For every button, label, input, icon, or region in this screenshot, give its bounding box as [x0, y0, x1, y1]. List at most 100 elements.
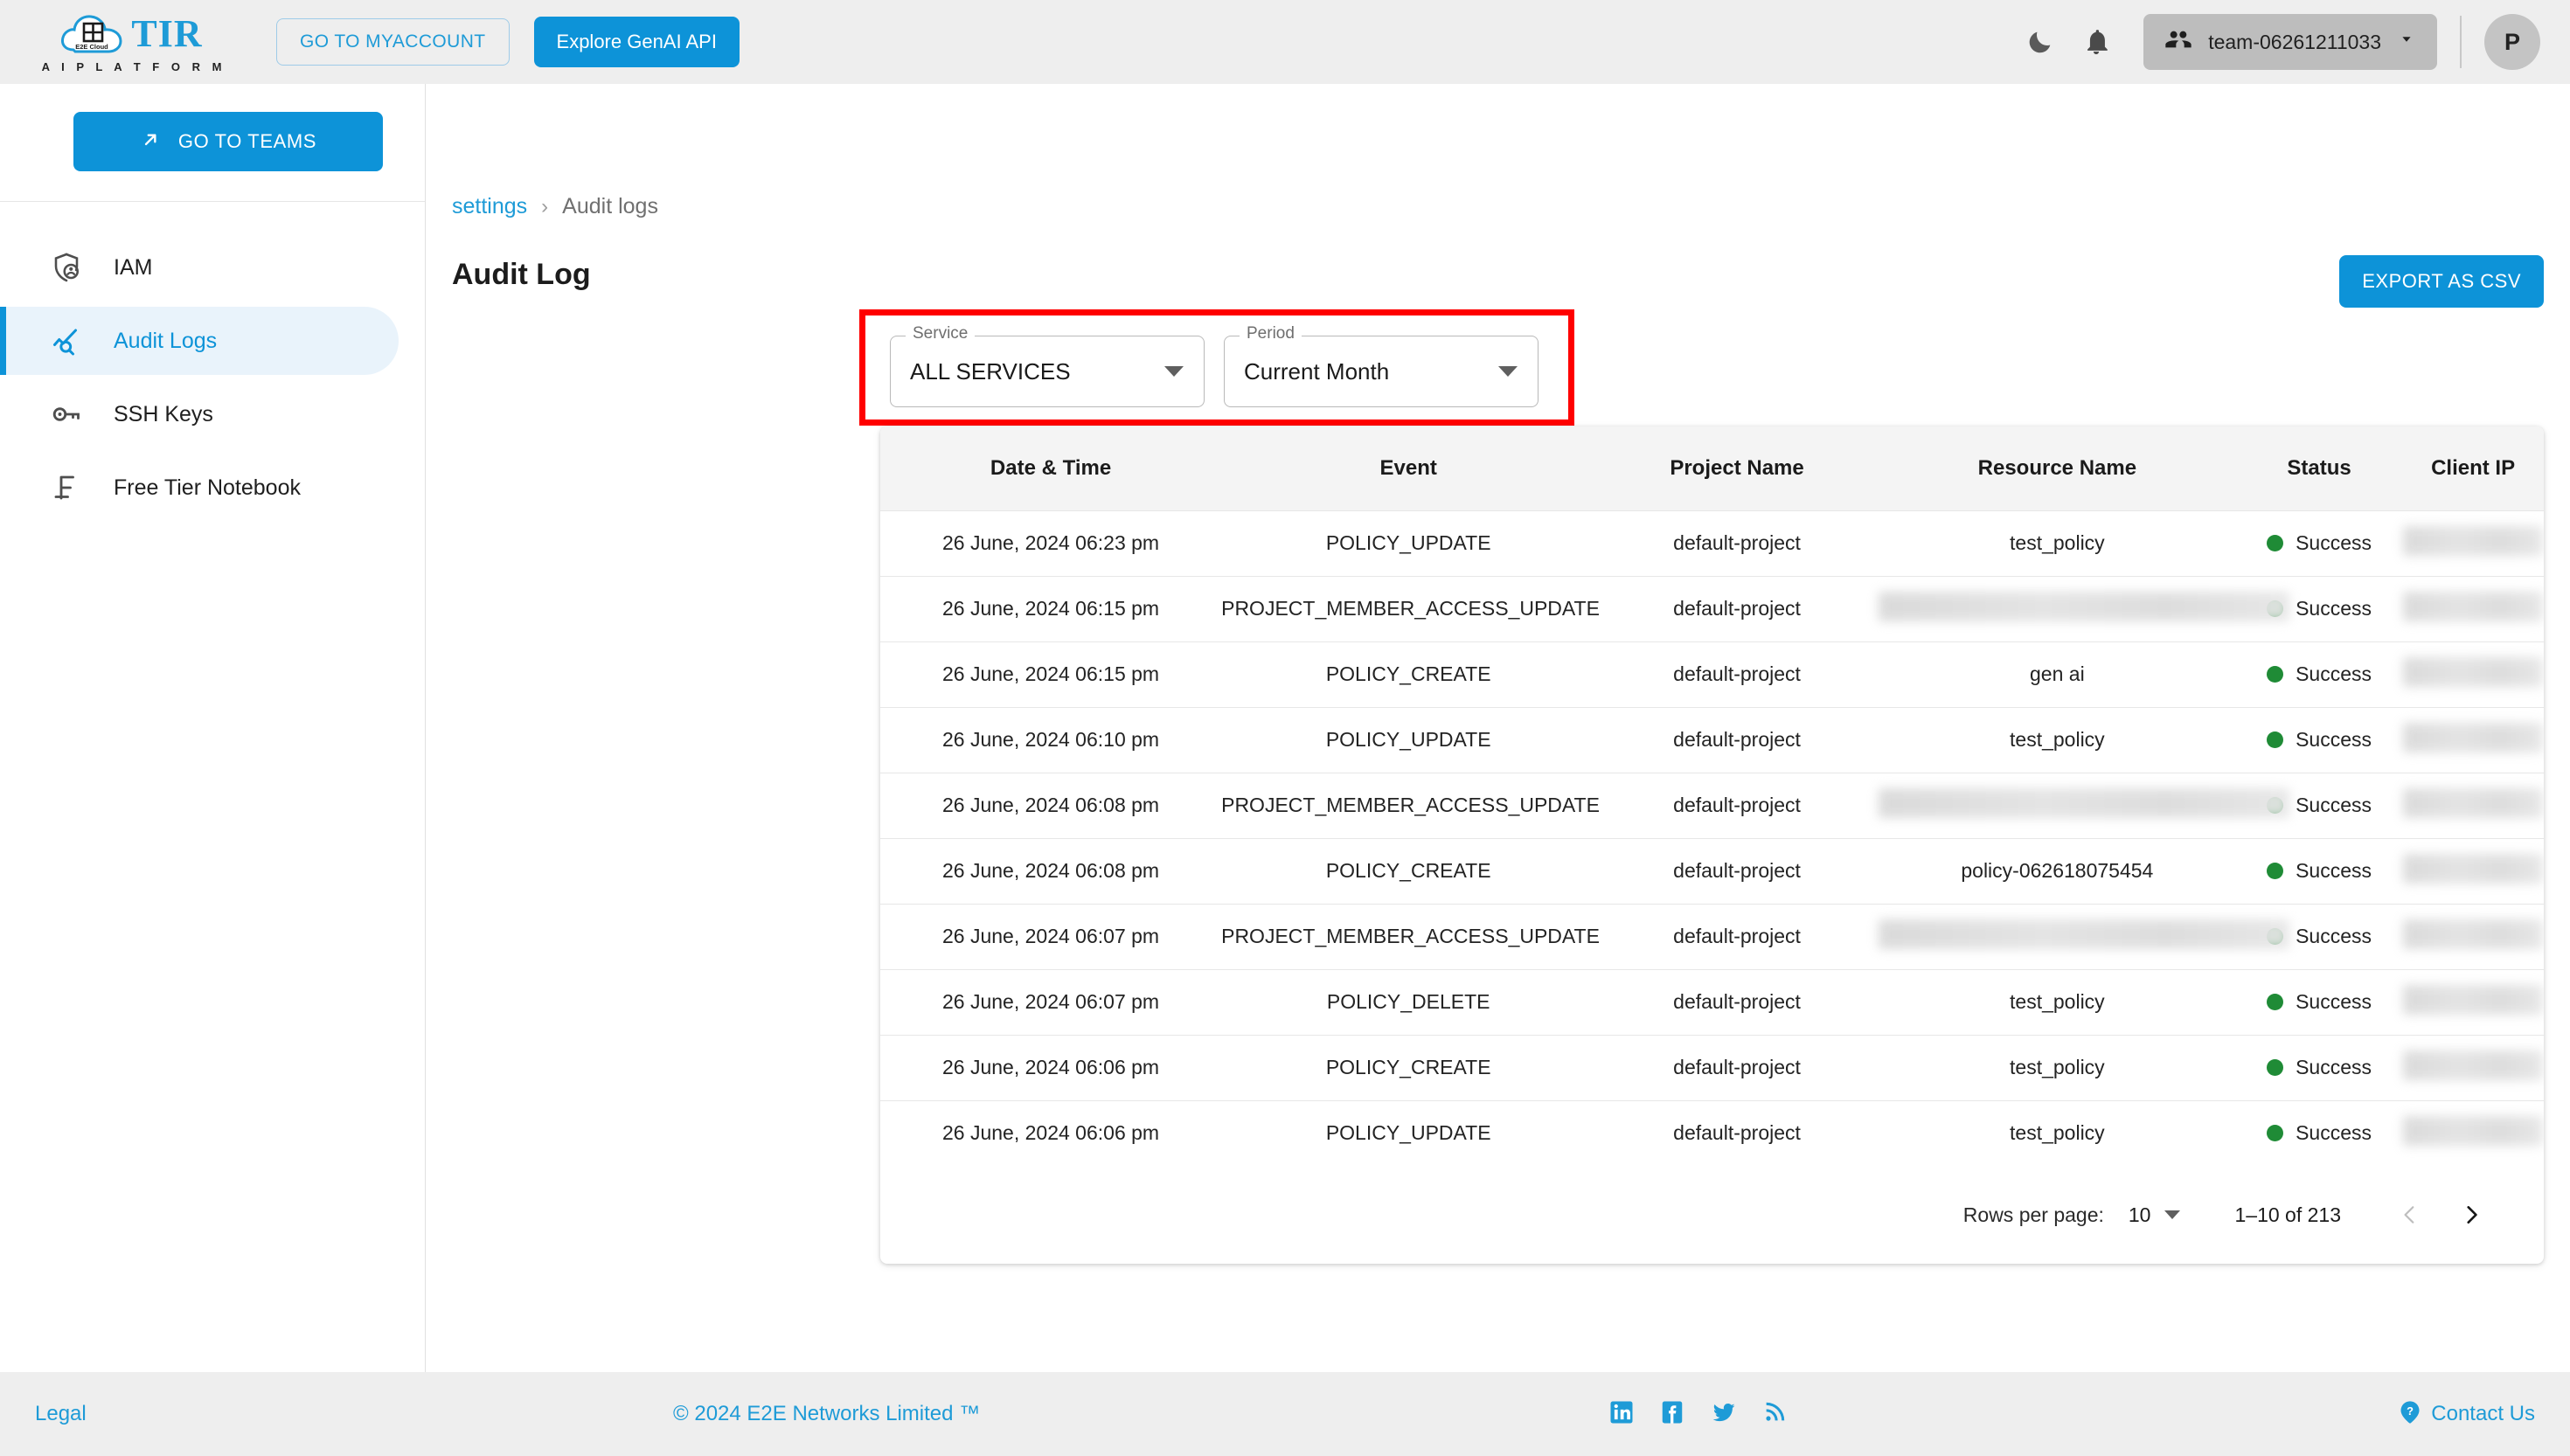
cell-status: Success [2236, 641, 2402, 707]
rss-icon[interactable] [1762, 1399, 1787, 1430]
chevron-down-icon [1164, 366, 1184, 377]
team-selector[interactable]: team-06261211033 [2143, 14, 2437, 70]
cell-client-ip [2402, 838, 2544, 904]
sidebar-item-ssh-keys[interactable]: SSH Keys [0, 380, 399, 448]
moon-icon[interactable] [2012, 14, 2068, 70]
table-row[interactable]: 26 June, 2024 06:23 pm POLICY_UPDATE defau… [880, 510, 2544, 576]
cell-resource-name: test_policy [2010, 1056, 2105, 1078]
table-row[interactable]: 26 June, 2024 06:08 pm PROJECT_MEMBER_ACC… [880, 773, 2544, 838]
filters-annotation-highlight: ALL SERVICES Service Current Month Perio… [859, 309, 1574, 426]
arrow-up-right-icon [140, 128, 163, 156]
cell-project-name: default-project [1673, 925, 1801, 947]
redacted-value [2403, 656, 2544, 687]
sidebar-item-iam[interactable]: IAM [0, 233, 399, 302]
status-badge: Success [2236, 1121, 2402, 1145]
period-select[interactable]: Current Month [1224, 336, 1539, 407]
table-row[interactable]: 26 June, 2024 06:07 pm POLICY_DELETE defau… [880, 969, 2544, 1035]
period-select-value: Current Month [1244, 357, 1390, 385]
audit-log-table: Date & Time Event Project Name Resource … [880, 426, 2544, 1166]
free-tier-icon [49, 470, 84, 505]
facebook-icon[interactable] [1659, 1399, 1685, 1430]
cell-project-name: default-project [1673, 859, 1801, 882]
pagination-range-label: 1–10 of 213 [2234, 1203, 2341, 1226]
table-row[interactable]: 26 June, 2024 06:06 pm POLICY_UPDATE defau… [880, 1100, 2544, 1166]
bell-icon[interactable] [2068, 14, 2124, 70]
status-badge: Success [2236, 728, 2402, 752]
redacted-value [2403, 984, 2544, 1015]
main-content: settings › Audit logs Audit Log EXPORT A… [426, 84, 2570, 1372]
cell-project-name: default-project [1673, 597, 1801, 620]
breadcrumb-settings-link[interactable]: settings [452, 194, 527, 219]
sidebar-item-audit-logs[interactable]: Audit Logs [0, 307, 399, 375]
redacted-value [2403, 722, 2544, 752]
sidebar-item-label: Free Tier Notebook [114, 475, 301, 500]
next-page-button[interactable] [2441, 1184, 2502, 1245]
status-dot-icon [2267, 1125, 2284, 1142]
status-dot-icon [2267, 535, 2284, 551]
chevron-down-icon [2397, 30, 2416, 54]
cell-project-name: default-project [1673, 1056, 1801, 1078]
linkedin-icon[interactable] [1608, 1399, 1635, 1430]
status-label: Success [2296, 990, 2372, 1013]
contact-us-link[interactable]: ? Contact Us [2398, 1398, 2535, 1431]
cloud-logo-icon: E2E Cloud [59, 11, 124, 57]
service-select[interactable]: ALL SERVICES [890, 336, 1205, 407]
rows-per-page-value: 10 [2128, 1203, 2151, 1226]
go-to-teams-button[interactable]: GO TO TEAMS [73, 112, 383, 171]
cell-client-ip [2402, 641, 2544, 707]
period-filter[interactable]: Current Month Period [1224, 324, 1539, 407]
cell-project-name: default-project [1673, 794, 1801, 816]
previous-page-button[interactable] [2379, 1184, 2441, 1245]
redacted-value [2403, 787, 2544, 818]
cell-event: POLICY_UPDATE [1325, 1121, 1491, 1145]
rows-per-page-select[interactable]: 10 [2129, 1203, 2181, 1227]
redacted-value [2403, 1050, 2544, 1080]
filters-region: ALL SERVICES Service Current Month Perio… [865, 315, 1568, 407]
people-icon [2164, 25, 2192, 59]
help-question-icon: ? [2398, 1398, 2422, 1431]
audit-log-table-card: Date & Time Event Project Name Resource … [880, 426, 2544, 1264]
avatar[interactable]: P [2484, 14, 2540, 70]
top-bar-actions: team-06261211033 P [2012, 14, 2540, 70]
table-row[interactable]: 26 June, 2024 06:06 pm POLICY_CREATE defau… [880, 1035, 2544, 1100]
cell-project-name: default-project [1673, 1121, 1801, 1145]
table-row[interactable]: 26 June, 2024 06:10 pm POLICY_UPDATE defau… [880, 707, 2544, 773]
sidebar-item-label: Audit Logs [114, 328, 218, 353]
table-header-row: Date & Time Event Project Name Resource … [880, 426, 2544, 510]
brand-logo[interactable]: E2E Cloud TIR A I P L A T F O R M [35, 11, 227, 73]
cell-event: POLICY_UPDATE [1325, 728, 1491, 751]
cell-client-ip [2402, 969, 2544, 1035]
table-row[interactable]: 26 June, 2024 06:15 pm PROJECT_MEMBER_ACC… [880, 576, 2544, 641]
logo-subtitle: A I P L A T F O R M [41, 59, 226, 73]
footer-legal-link[interactable]: Legal [35, 1402, 87, 1426]
table-row[interactable]: 26 June, 2024 06:15 pm POLICY_CREATE defau… [880, 641, 2544, 707]
svg-text:?: ? [2407, 1404, 2414, 1418]
cell-event: PROJECT_MEMBER_ACCESS_UPDATE [1221, 925, 1600, 947]
cell-event: POLICY_DELETE [1326, 990, 1490, 1013]
cell-event: PROJECT_MEMBER_ACCESS_UPDATE [1221, 794, 1600, 816]
rows-per-page-label: Rows per page: [1962, 1203, 2104, 1226]
twitter-icon[interactable] [1710, 1399, 1738, 1430]
cell-event: PROJECT_MEMBER_ACCESS_UPDATE [1221, 597, 1600, 620]
redacted-value [2403, 525, 2544, 556]
explore-genai-api-button[interactable]: Explore GenAI API [533, 17, 740, 67]
cell-status: Success [2236, 1100, 2402, 1166]
sidebar-item-label: IAM [114, 254, 153, 280]
go-to-myaccount-button[interactable]: GO TO MYACCOUNT [276, 18, 510, 66]
table-row[interactable]: 26 June, 2024 06:08 pm POLICY_CREATE defau… [880, 838, 2544, 904]
cell-status: Success [2236, 838, 2402, 904]
status-label: Success [2296, 859, 2372, 882]
cell-resource-name: test_policy [2010, 531, 2105, 554]
export-as-csv-button[interactable]: EXPORT AS CSV [2339, 255, 2544, 308]
column-header-resource-name: Resource Name [1977, 455, 2137, 480]
sidebar: GO TO TEAMS IAM Audit Logs SSH Keys Free… [0, 84, 426, 1372]
service-filter[interactable]: ALL SERVICES Service [890, 324, 1205, 407]
column-header-project-name: Project Name [1670, 455, 1804, 480]
table-row[interactable]: 26 June, 2024 06:07 pm PROJECT_MEMBER_ACC… [880, 904, 2544, 969]
pagination: Rows per page: 10 1–10 of 213 [880, 1166, 2544, 1264]
status-badge: Success [2236, 531, 2402, 555]
sidebar-item-free-tier-notebook[interactable]: Free Tier Notebook [0, 454, 399, 522]
cell-project-name: default-project [1673, 531, 1801, 554]
cell-client-ip [2402, 510, 2544, 576]
status-label: Success [2296, 794, 2372, 816]
